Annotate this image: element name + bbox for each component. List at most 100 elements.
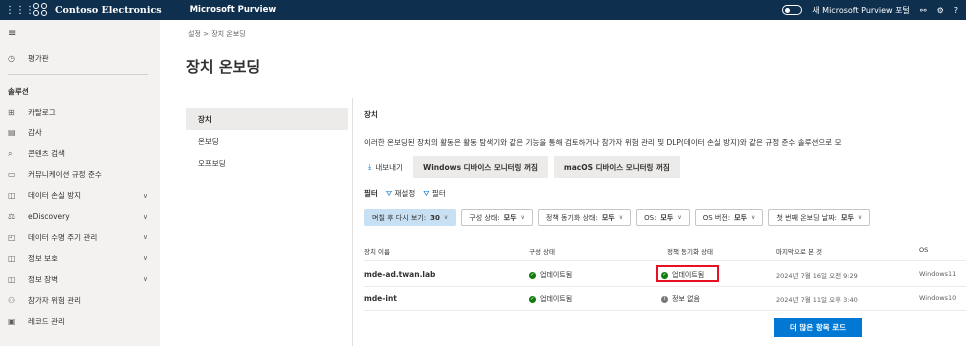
filters-button[interactable]: ⛛ 필터 (423, 188, 446, 199)
sidebar-item[interactable]: ▣ 레코드 관리 (0, 311, 160, 331)
chevron-down-icon[interactable]: ∨ (143, 213, 148, 221)
download-icon: ⤓ (368, 162, 372, 171)
chevron-down-icon: ∨ (751, 214, 756, 221)
column-header-last-seen[interactable]: 마지막으로 본 것 (776, 246, 822, 256)
os: Windows10 (919, 294, 957, 302)
subnav-onboarding[interactable]: 온보딩 (186, 130, 348, 152)
chevron-down-icon[interactable]: ∨ (143, 192, 148, 200)
chip-policy-sync[interactable]: 정책 동기화 상태: 모두 ∨ (537, 209, 632, 226)
sidebar-item-label: 감사 (28, 128, 42, 138)
chevron-down-icon[interactable]: ∨ (143, 233, 148, 241)
reset-label: 재설정 (394, 189, 416, 198)
left-nav: ≡ ◷ 평가판 솔루션 ⊞ 카탈로그 ▤ 감사 ⌕ 콘텐츠 검색 ▭ 커뮤니케이션 규정 준수… (0, 20, 160, 346)
settings-gear-icon[interactable]: ⚙ (937, 6, 944, 15)
insider-risk-icon: ⚇ (8, 295, 16, 305)
check-circle-icon: ✓ (529, 271, 536, 279)
subnav-offboarding[interactable]: 오프보딩 (186, 152, 348, 174)
breadcrumb[interactable]: 설정 > 장치 온보딩 (188, 29, 246, 39)
catalog-icon: ⊞ (8, 107, 15, 117)
sidebar-item[interactable]: ◫ 정보 장벽 ∨ (0, 269, 160, 289)
column-header-os[interactable]: OS (919, 246, 928, 254)
help-icon[interactable]: ? (954, 6, 958, 15)
device-name[interactable]: mde-int (364, 294, 397, 303)
sidebar-item-label: eDiscovery (28, 212, 70, 221)
export-button[interactable]: ⤓ 내보내기 (364, 162, 407, 173)
sidebar-item[interactable]: ◫ 정보 보호 ∨ (0, 248, 160, 268)
dlp-icon: ◫ (8, 191, 16, 201)
sidebar-item[interactable]: ⊞ 카탈로그 (0, 102, 160, 122)
chip-review-days[interactable]: 며칠 후 다시 보기: 30 ∨ (364, 209, 457, 226)
lifecycle-icon: ◰ (8, 232, 16, 242)
app-name[interactable]: Microsoft Purview (190, 5, 277, 15)
device-name[interactable]: mde-ad.twan.lab (364, 270, 435, 279)
search-icon: ⌕ (8, 148, 13, 158)
chip-os-version[interactable]: OS 버전: 모두 ∨ (694, 209, 764, 226)
chip-os[interactable]: OS: 모두 ∨ (636, 209, 690, 226)
chevron-down-icon[interactable]: ∨ (143, 254, 148, 262)
divider (364, 286, 966, 287)
sub-navigation: 장치 온보딩 오프보딩 (186, 108, 348, 174)
column-header-config-status[interactable]: 구성 상태 (529, 246, 555, 256)
share-icon[interactable]: ⚯ (920, 6, 927, 15)
filter-label: 필터 (364, 189, 378, 198)
info-circle-icon: i (661, 295, 668, 303)
divider (8, 74, 148, 75)
chevron-down-icon: ∨ (618, 214, 624, 221)
chip-value: 모두 (841, 213, 854, 222)
sidebar-item[interactable]: ⌕ 콘텐츠 검색 (0, 144, 160, 164)
status-text: 업데이트됨 (540, 295, 573, 303)
contoso-logo-icon (33, 3, 49, 17)
chip-first-onboarded[interactable]: 첫 번째 온보딩 날짜: 모두 ∨ (768, 209, 871, 226)
sidebar-item[interactable]: ⚇ 참가자 위험 관리 (0, 290, 160, 310)
sidebar-item[interactable]: ▭ 커뮤니케이션 규정 준수 (0, 165, 160, 185)
chevron-down-icon: ∨ (677, 214, 682, 221)
sidebar-item-label: 레코드 관리 (28, 316, 65, 326)
sidebar-item[interactable]: ◫ 데이터 손실 방지 ∨ (0, 186, 160, 206)
config-status: ✓ 업데이트됨 (529, 270, 572, 280)
windows-monitoring-button[interactable]: Windows 디바이스 모니터링 꺼짐 (412, 156, 548, 178)
policy-sync-status: i 정보 없음 (661, 294, 700, 304)
export-label: 내보내기 (375, 162, 403, 172)
new-portal-toggle[interactable] (782, 5, 803, 15)
sidebar-item[interactable]: ◰ 데이터 수명 주기 관리 ∨ (0, 227, 160, 247)
chip-config-status[interactable]: 구성 상태: 모두 ∨ (461, 209, 533, 226)
column-header-device-name[interactable]: 장치 이름 (364, 246, 390, 256)
os: Windows11 (919, 270, 957, 278)
section-title: 장치 (364, 110, 378, 119)
toolbar: ⤓ 내보내기 Windows 디바이스 모니터링 꺼짐 macOS 디바이스 모… (364, 156, 680, 178)
status-text: 정보 없음 (672, 295, 700, 303)
sidebar-item[interactable]: ⚖ eDiscovery ∨ (0, 207, 160, 227)
communication-icon: ▭ (8, 170, 16, 180)
hamburger-menu-icon[interactable]: ≡ (8, 28, 16, 39)
filter-bar: 필터 ⛛ 재설정 ⛛ 필터 (364, 188, 446, 199)
sidebar-item-label: 콘텐츠 검색 (28, 149, 65, 159)
chevron-down-icon: ∨ (443, 214, 449, 221)
sidebar-item-label: 참가자 위험 관리 (28, 295, 82, 305)
sidebar-item[interactable]: ▤ 감사 (0, 123, 160, 143)
page-title: 장치 온보딩 (186, 58, 261, 76)
app-launcher-icon[interactable]: ⋮⋮⋮ (5, 5, 35, 16)
subnav-devices[interactable]: 장치 (186, 108, 348, 130)
config-status: ✓ 업데이트됨 (529, 294, 572, 304)
reset-filter-button[interactable]: ⛛ 재설정 (386, 188, 415, 199)
sidebar-item-label: 데이터 수명 주기 관리 (28, 232, 98, 242)
chip-label: 며칠 후 다시 보기: (372, 213, 427, 222)
filter-chips: 며칠 후 다시 보기: 30 ∨ 구성 상태: 모두 ∨ 정책 동기화 상태: 모두 ∨ O… (364, 209, 871, 226)
nav-item-dashboard[interactable]: ◷ 평가판 (0, 48, 160, 68)
column-header-policy-sync[interactable]: 정책 동기화 상태 (667, 246, 713, 256)
highlight-annotation (656, 265, 719, 282)
chip-value: 모두 (734, 213, 748, 222)
chip-label: OS: (644, 213, 657, 222)
status-text: 업데이트됨 (540, 271, 573, 279)
records-icon: ▣ (8, 316, 16, 326)
sidebar-item-label: 카탈로그 (28, 107, 56, 117)
sidebar-item-label: 정보 보호 (28, 253, 58, 263)
chip-label: 첫 번째 온보딩 날짜: (776, 213, 837, 222)
load-more-button[interactable]: 더 많은 항목 로드 (774, 318, 862, 337)
sidebar-item-label: 데이터 손실 방지 (28, 191, 82, 201)
chevron-down-icon[interactable]: ∨ (143, 275, 148, 283)
chip-label: OS 버전: (702, 213, 731, 222)
macos-monitoring-button[interactable]: macOS 디바이스 모니터링 꺼짐 (553, 156, 680, 178)
ediscovery-icon: ⚖ (8, 212, 16, 221)
filter-icon: ⛛ (423, 189, 430, 198)
